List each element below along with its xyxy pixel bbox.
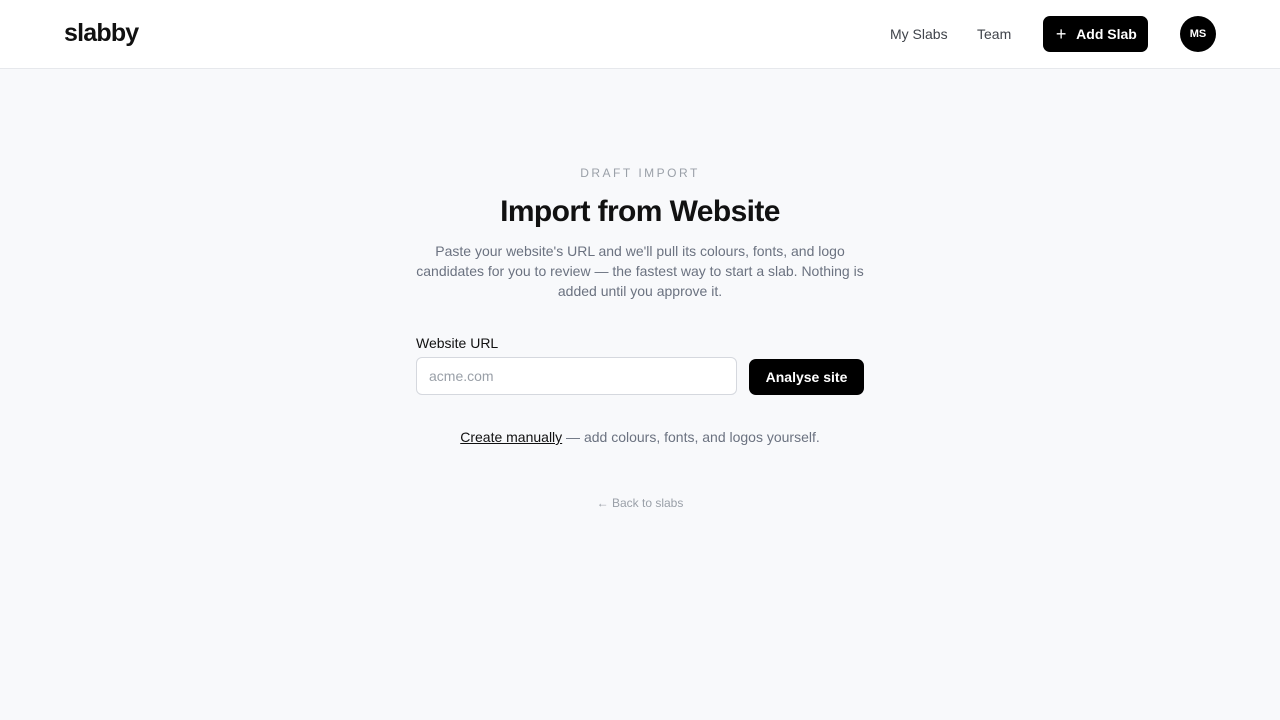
website-url-input[interactable] (416, 357, 737, 395)
create-manually-description: — add colours, fonts, and logos yourself… (562, 429, 820, 445)
add-slab-label: Add Slab (1076, 26, 1137, 42)
analyse-site-button[interactable]: Analyse site (749, 359, 864, 395)
user-avatar[interactable]: MS (1180, 16, 1216, 52)
create-manually-line: Create manually — add colours, fonts, an… (0, 427, 1280, 447)
top-navigation-bar: slabby My Slabs Team + Add Slab MS (0, 0, 1280, 69)
nav-team-link[interactable]: Team (977, 24, 1011, 44)
nav-my-slabs-link[interactable]: My Slabs (890, 24, 948, 44)
section-eyebrow: DRAFT IMPORT (580, 166, 700, 180)
page-subtitle: Paste your website's URL and we'll pull … (416, 243, 864, 299)
add-slab-button[interactable]: + Add Slab (1043, 16, 1148, 52)
back-to-slabs-link[interactable]: ← Back to slabs (0, 495, 1280, 511)
plus-icon: + (1055, 24, 1067, 44)
create-manually-link[interactable]: Create manually (460, 429, 562, 445)
website-url-label: Website URL (416, 335, 499, 351)
slabby-logo[interactable]: slabby (64, 17, 139, 49)
page-title: Import from Website (500, 195, 780, 228)
